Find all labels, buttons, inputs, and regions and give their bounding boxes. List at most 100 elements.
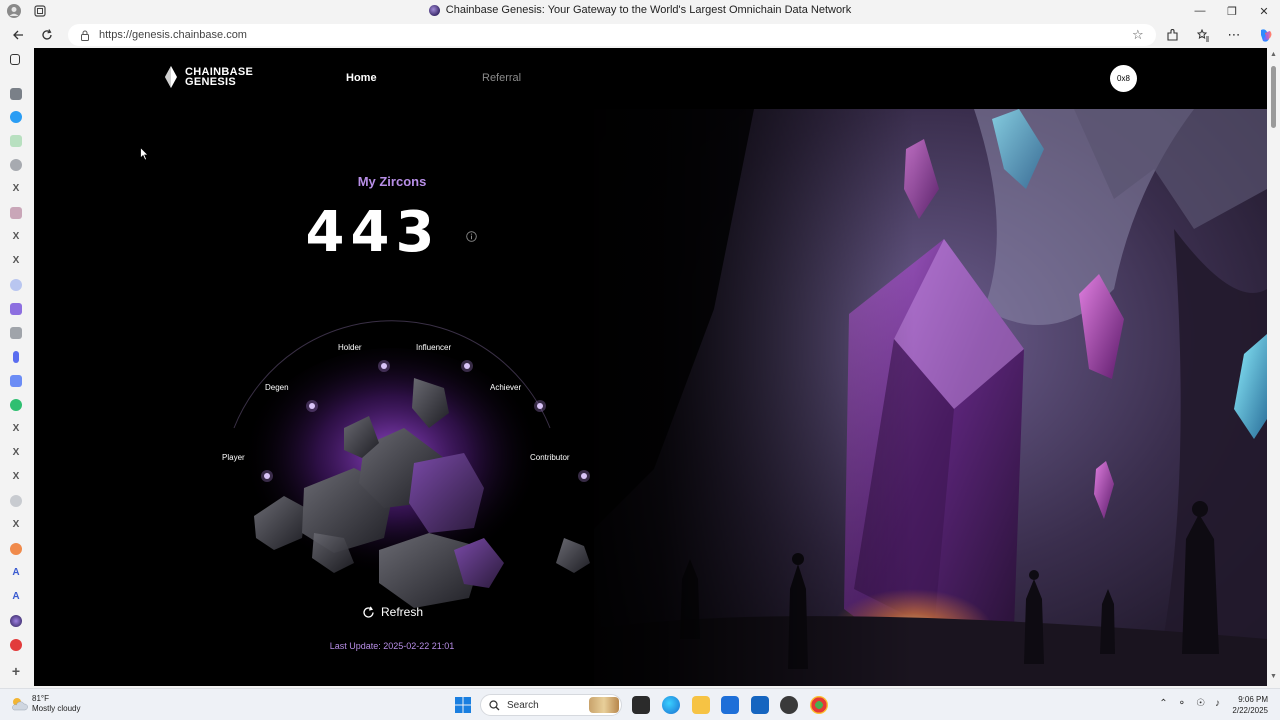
windows-start-icon[interactable]: [455, 697, 471, 713]
clock-date: 2/22/2025: [1232, 706, 1268, 715]
scroll-down-icon[interactable]: ▼: [1270, 673, 1277, 680]
chainbase-genesis-logo[interactable]: CHAINBASE GENESIS: [164, 66, 253, 88]
sidebar-app-icon[interactable]: A: [10, 567, 22, 579]
x-twitter-icon[interactable]: X: [10, 447, 22, 459]
mouse-cursor-icon: [140, 147, 149, 161]
sidebar-toggle-icon[interactable]: [10, 54, 20, 65]
lock-icon[interactable]: [79, 29, 91, 41]
site-favicon-icon: [428, 4, 440, 16]
scroll-up-icon[interactable]: ▲: [1270, 51, 1277, 58]
search-highlight-image: [589, 697, 619, 713]
orbit-label-contributor: Contributor: [530, 453, 570, 462]
refresh-label: Refresh: [381, 605, 424, 619]
browser-sidebar: X X X X X X X A A +: [0, 48, 33, 688]
x-twitter-icon[interactable]: X: [10, 519, 22, 531]
outlook-icon[interactable]: [751, 696, 769, 714]
refresh-icon: [363, 605, 374, 618]
sidebar-app-icon[interactable]: [10, 543, 22, 555]
windows-taskbar: 81°F Mostly cloudy Search ⌃ ⚬ ☉ ♪ 9:06 P…: [0, 688, 1280, 720]
task-view-icon[interactable]: [632, 696, 650, 714]
wallet-address-button[interactable]: 0x8: [1110, 65, 1137, 92]
file-explorer-icon[interactable]: [692, 696, 710, 714]
address-bar: https://genesis.chainbase.com ☆ ⋯: [0, 22, 1280, 48]
x-twitter-icon[interactable]: X: [10, 183, 22, 195]
sidebar-app-icon[interactable]: [10, 399, 22, 411]
weather-desc: Mostly cloudy: [32, 704, 81, 713]
weather-widget[interactable]: 81°F Mostly cloudy: [10, 694, 80, 714]
volume-icon[interactable]: ♪: [1215, 698, 1220, 709]
store-icon[interactable]: [721, 696, 739, 714]
favorites-icon[interactable]: [1194, 26, 1212, 44]
sidebar-app-icon[interactable]: [10, 327, 22, 339]
search-icon: [489, 699, 500, 710]
tab-title-text: Chainbase Genesis: Your Gateway to the W…: [445, 4, 852, 16]
clock-time: 9:06 PM: [1238, 695, 1268, 704]
back-button[interactable]: [9, 26, 27, 44]
x-twitter-icon[interactable]: X: [10, 471, 22, 483]
sidebar-app-icon[interactable]: [10, 88, 22, 100]
wifi-icon[interactable]: ☉: [1196, 698, 1205, 709]
microphone-icon[interactable]: ⚬: [1178, 698, 1186, 709]
orbit-label-holder: Holder: [338, 343, 362, 352]
last-update-text: Last Update: 2025-02-22 21:01: [329, 641, 455, 651]
weather-temp: 81°F: [32, 694, 49, 703]
restore-button[interactable]: ❐: [1216, 0, 1248, 22]
orbit-label-player: Player: [222, 453, 245, 462]
minimize-button[interactable]: —: [1184, 0, 1216, 22]
add-sidebar-app-icon[interactable]: +: [10, 664, 22, 678]
info-icon[interactable]: [466, 231, 477, 242]
my-zircons-title: My Zircons: [357, 174, 427, 189]
sidebar-app-icon[interactable]: [10, 135, 22, 147]
app-icon[interactable]: [780, 696, 798, 714]
chainbase-logo-icon: [165, 66, 177, 88]
zircon-count: 443: [305, 200, 441, 265]
system-tray: ⌃ ⚬ ☉ ♪: [1159, 698, 1220, 709]
copilot-icon[interactable]: [1256, 26, 1274, 44]
orbit-label-degen: Degen: [265, 383, 289, 392]
taskbar-search[interactable]: Search: [480, 694, 622, 716]
sidebar-app-icon[interactable]: [10, 279, 22, 291]
nav-home[interactable]: Home: [346, 72, 377, 84]
sidebar-app-icon[interactable]: [10, 375, 22, 387]
x-twitter-icon[interactable]: X: [10, 231, 22, 243]
tab-title[interactable]: Chainbase Genesis: Your Gateway to the W…: [0, 4, 1280, 16]
sidebar-app-icon[interactable]: [10, 159, 22, 171]
telegram-icon[interactable]: [10, 111, 22, 123]
extensions-icon[interactable]: [1163, 26, 1181, 44]
browser-titlebar: Chainbase Genesis: Your Gateway to the W…: [0, 0, 1280, 22]
sidebar-app-icon[interactable]: [13, 351, 19, 363]
search-placeholder: Search: [507, 699, 539, 711]
url-field[interactable]: https://genesis.chainbase.com ☆: [68, 24, 1156, 46]
x-twitter-icon[interactable]: X: [10, 423, 22, 435]
chrome-icon[interactable]: [810, 696, 828, 714]
zircon-orbit-graphic: Player Degen Holder Influencer Achiever …: [184, 288, 604, 608]
scroll-thumb[interactable]: [1271, 66, 1276, 128]
reload-icon: [42, 29, 52, 40]
nav-referral[interactable]: Referral: [482, 72, 521, 84]
favorite-star-icon[interactable]: ☆: [1132, 28, 1146, 42]
hero-fade-overlay: [554, 109, 914, 686]
tray-overflow-icon[interactable]: ⌃: [1159, 698, 1167, 709]
cloudy-weather-icon: [12, 698, 28, 711]
sidebar-app-icon[interactable]: [10, 639, 22, 651]
close-window-button[interactable]: ✕: [1248, 0, 1280, 22]
sidebar-app-icon[interactable]: A: [10, 591, 22, 603]
refresh-button[interactable]: Refresh: [362, 605, 423, 619]
more-options-icon[interactable]: ⋯: [1225, 26, 1243, 44]
site-header: CHAINBASE GENESIS Home Referral 0x8: [34, 48, 1267, 109]
url-text: https://genesis.chainbase.com: [99, 29, 247, 41]
reload-button[interactable]: [38, 26, 56, 44]
x-twitter-icon[interactable]: X: [10, 255, 22, 267]
sidebar-app-icon[interactable]: [10, 303, 22, 315]
sidebar-app-icon[interactable]: [10, 207, 22, 219]
orbit-label-achiever: Achiever: [490, 383, 522, 392]
chainbase-sidebar-icon[interactable]: [10, 615, 22, 627]
page-viewport: CHAINBASE GENESIS Home Referral 0x8 My Z…: [34, 48, 1267, 686]
sidebar-app-icon[interactable]: [10, 495, 22, 507]
edge-browser-icon[interactable]: [662, 696, 680, 714]
orbit-label-influencer: Influencer: [416, 343, 452, 352]
taskbar-clock[interactable]: 9:06 PM 2/22/2025: [1232, 694, 1268, 716]
back-arrow-icon: [13, 30, 23, 40]
page-scrollbar[interactable]: ▲ ▼: [1267, 48, 1280, 686]
logo-line-2: GENESIS: [185, 76, 237, 88]
